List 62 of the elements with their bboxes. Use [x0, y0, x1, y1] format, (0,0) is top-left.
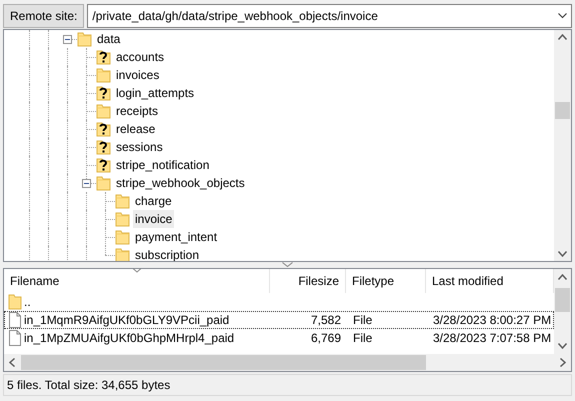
collapse-button[interactable] — [63, 35, 72, 44]
horizontal-scrollbar[interactable] — [4, 354, 571, 371]
scroll-up-icon[interactable] — [558, 34, 567, 40]
scroll-right-icon[interactable] — [560, 358, 566, 367]
file-size: 7,582 — [310, 312, 342, 329]
file-icon — [8, 312, 22, 328]
file-size: 6,769 — [310, 330, 342, 347]
file-icon — [8, 330, 22, 346]
column-header[interactable]: Filename — [4, 269, 270, 293]
splitter-grip-icon[interactable] — [282, 262, 293, 267]
folder-icon — [115, 246, 130, 261]
unknown-folder-icon — [96, 120, 111, 138]
modified-date: 3/28/2023 7:07:58 PM — [432, 330, 552, 347]
file-type: File — [352, 330, 374, 347]
column-header[interactable]: Filetype — [346, 269, 426, 293]
unknown-folder-icon — [96, 156, 111, 174]
column-header[interactable]: Filesize — [270, 269, 346, 293]
file-row[interactable]: in_1MqmR9AifgUKf0bGLY9VPcii_paid 7,582 File 3/28/2023 8:00:27 PM — [4, 311, 554, 329]
dropdown-caret-icon — [558, 13, 567, 19]
tree-item[interactable]: invoices — [114, 66, 162, 84]
tree-item[interactable]: receipts — [114, 102, 160, 120]
unknown-folder-icon — [96, 48, 111, 66]
tree-item[interactable]: sessions — [114, 138, 165, 156]
tree-item[interactable]: invoice — [133, 210, 174, 228]
remote-path-field[interactable]: /private_data/gh/data/stripe_webhook_objects/invoice — [87, 4, 572, 28]
vertical-scrollbar[interactable] — [554, 30, 571, 261]
tree-item[interactable]: login_attempts — [114, 84, 196, 102]
vertical-scrollbar[interactable] — [554, 269, 571, 354]
tree-item[interactable]: data — [95, 30, 122, 48]
folder-icon — [115, 228, 130, 246]
scroll-thumb[interactable] — [555, 288, 570, 312]
folder-icon — [8, 294, 22, 310]
scroll-down-icon[interactable] — [558, 343, 567, 349]
folder-icon — [96, 102, 111, 120]
scroll-thumb[interactable] — [21, 355, 426, 370]
remote-site-label: Remote site: — [3, 4, 84, 28]
status-bar: 5 files. Total size: 34,655 bytes — [3, 374, 572, 396]
scroll-thumb[interactable] — [555, 102, 570, 119]
unknown-folder-icon — [96, 84, 111, 102]
modified-date: 3/28/2023 8:00:27 PM — [432, 312, 552, 329]
scroll-up-icon[interactable] — [558, 274, 567, 280]
file-type: File — [352, 312, 374, 329]
tree-item[interactable]: stripe_notification — [114, 156, 212, 174]
scroll-left-icon[interactable] — [9, 358, 15, 367]
unknown-folder-icon — [96, 138, 111, 156]
tree-item[interactable]: accounts — [114, 48, 166, 66]
file-name: in_1MqmR9AifgUKf0bGLY9VPcii_paid — [24, 312, 230, 329]
folder-icon — [96, 174, 111, 192]
folder-icon — [115, 210, 130, 228]
file-row[interactable]: in_1MpZMUAifgUKf0bGhpMHrpl4_paid 6,769 File 3/28/2023 7:07:58 PM — [4, 329, 554, 347]
tree-item[interactable]: payment_intent — [133, 228, 220, 246]
folder-icon — [115, 192, 130, 210]
folder-icon — [96, 66, 111, 84]
tree-item[interactable]: charge — [133, 192, 174, 210]
file-name: in_1MpZMUAifgUKf0bGhpMHrpl4_paid — [24, 330, 234, 347]
collapse-button[interactable] — [82, 179, 91, 188]
tree-item[interactable]: stripe_webhook_objects — [114, 174, 247, 192]
file-name: .. — [24, 294, 31, 311]
scroll-down-icon[interactable] — [558, 251, 567, 257]
folder-icon — [77, 30, 92, 48]
tree-item[interactable]: release — [114, 120, 158, 138]
file-row[interactable]: .. — [4, 293, 554, 311]
